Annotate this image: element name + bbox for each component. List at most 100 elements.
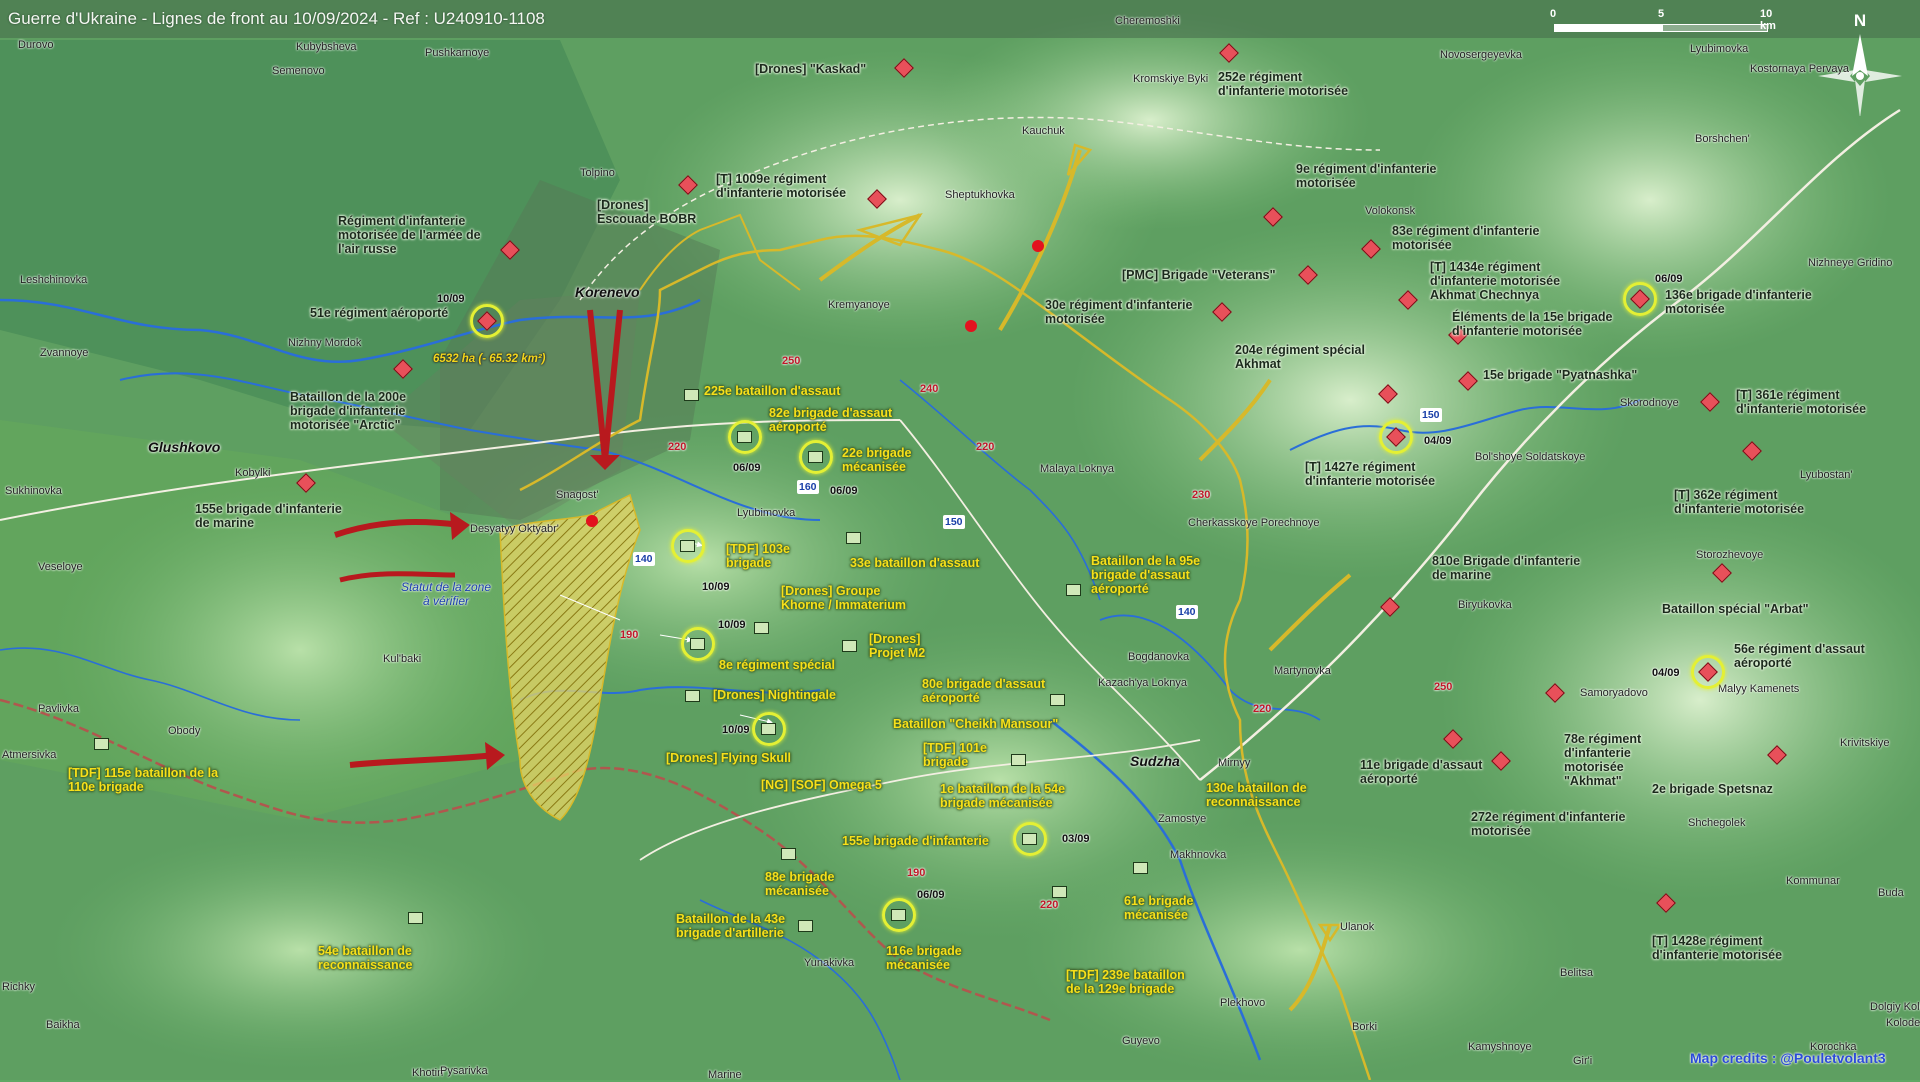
town-label: Kolodezi [1886, 1017, 1920, 1029]
update-date-label: 10/09 [718, 619, 746, 631]
town-label: Snagost' [556, 489, 599, 501]
update-date-label: 04/09 [1652, 667, 1680, 679]
russian-unit-label[interactable]: 155e brigade d'infanterie de marine [195, 502, 345, 530]
ukrainian-unit-symbol-icon[interactable] [690, 638, 705, 650]
ukrainian-unit-symbol-icon[interactable] [94, 738, 109, 750]
ukrainian-unit-label[interactable]: 80e brigade d'assaut aéroporté [922, 677, 1052, 705]
town-label: Bogdanovka [1128, 651, 1190, 663]
ukrainian-unit-symbol-icon[interactable] [754, 622, 769, 634]
ukrainian-unit-symbol-icon[interactable] [408, 912, 423, 924]
ukrainian-unit-label[interactable]: 54e bataillon de reconnaissance [318, 944, 448, 972]
terrain-map[interactable] [0, 0, 1920, 1080]
ukrainian-unit-label[interactable]: [TDF] 103e brigade [726, 542, 816, 570]
russian-unit-label[interactable]: 9e régiment d'infanterie motorisée [1296, 162, 1451, 190]
russian-unit-label[interactable]: 2e brigade Spetsnaz [1652, 782, 1773, 796]
russian-unit-label[interactable]: 51e régiment aéroporté [310, 306, 448, 320]
ukrainian-unit-symbol-icon[interactable] [1052, 886, 1067, 898]
russian-unit-label[interactable]: Éléments de la 15e brigade d'infanterie … [1452, 310, 1632, 338]
russian-unit-label[interactable]: 11e brigade d'assaut aéroporté [1360, 758, 1500, 786]
russian-unit-label[interactable]: 30e régiment d'infanterie motorisée [1045, 298, 1210, 326]
ukrainian-unit-label[interactable]: [TDF] 115e bataillon de la 110e brigade [68, 766, 248, 794]
ukrainian-unit-symbol-icon[interactable] [1066, 584, 1081, 596]
ukrainian-unit-label[interactable]: 82e brigade d'assaut aéroporté [769, 406, 899, 434]
ukrainian-unit-symbol-icon[interactable] [761, 723, 776, 735]
town-label: Guyevo [1122, 1035, 1160, 1047]
russian-unit-label[interactable]: 810e Brigade d'infanterie de marine [1432, 554, 1592, 582]
ukrainian-unit-label[interactable]: 61e brigade mécanisée [1124, 894, 1224, 922]
russian-unit-label[interactable]: 252e régiment d'infanterie motorisée [1218, 70, 1368, 98]
ukrainian-unit-label[interactable]: [Drones] Nightingale [713, 688, 836, 702]
town-label: Makhnovka [1170, 849, 1227, 861]
ukrainian-unit-symbol-icon[interactable] [737, 431, 752, 443]
city-glushkovo[interactable]: Glushkovo [148, 440, 220, 454]
ukrainian-unit-label[interactable]: [TDF] 239e bataillon de la 129e brigade [1066, 968, 1186, 996]
ukrainian-unit-symbol-icon[interactable] [891, 909, 906, 921]
ukrainian-unit-label[interactable]: Bataillon de la 43e brigade d'artillerie [676, 912, 796, 940]
ukrainian-unit-label[interactable]: 130e bataillon de reconnaissance [1206, 781, 1336, 809]
ukrainian-unit-symbol-icon[interactable] [798, 920, 813, 932]
ukrainian-unit-symbol-icon[interactable] [808, 451, 823, 463]
ukrainian-unit-label[interactable]: [Drones] Projet M2 [869, 632, 949, 660]
town-label: Mirnyy [1218, 757, 1251, 769]
ukrainian-unit-label[interactable]: 225e bataillon d'assaut [704, 384, 840, 398]
ukrainian-unit-label[interactable]: 1e bataillon de la 54e brigade mécanisée [940, 782, 1090, 810]
russian-unit-label[interactable]: [T] 1009e régiment d'infanterie motorisé… [716, 172, 876, 200]
town-label: Baikha [46, 1019, 80, 1031]
russian-unit-label[interactable]: Régiment d'infanterie motorisée de l'arm… [338, 214, 488, 256]
ukrainian-unit-symbol-icon[interactable] [846, 532, 861, 544]
ukrainian-unit-symbol-icon[interactable] [1022, 833, 1037, 845]
russian-unit-label[interactable]: [T] 362e régiment d'infanterie motorisée [1674, 488, 1834, 516]
ukrainian-unit-label[interactable]: [TDF] 101e brigade [923, 741, 1008, 769]
ukrainian-unit-label[interactable]: 116e brigade mécanisée [886, 944, 996, 972]
russian-unit-label[interactable]: Bataillon de la 200e brigade d'infanteri… [290, 390, 440, 432]
russian-unit-label[interactable]: 272e régiment d'infanterie motorisée [1471, 810, 1631, 838]
ukrainian-unit-label[interactable]: [Drones] Flying Skull [666, 751, 791, 765]
ukrainian-unit-label[interactable]: [Drones] Groupe Khorne / Immaterium [781, 584, 921, 612]
ukrainian-unit-symbol-icon[interactable] [1011, 754, 1026, 766]
red-position-marker-icon[interactable] [1032, 240, 1044, 252]
russian-unit-label[interactable]: [T] 1427e régiment d'infanterie motorisé… [1305, 460, 1465, 488]
city-korenevo[interactable]: Korenevo [575, 285, 640, 299]
russian-unit-label[interactable]: 78e régiment d'infanterie motorisée "Akh… [1564, 732, 1684, 788]
russian-unit-label[interactable]: [T] 361e régiment d'infanterie motorisée [1736, 388, 1901, 416]
update-date-label: 06/09 [917, 889, 945, 901]
ukrainian-unit-symbol-icon[interactable] [680, 540, 695, 552]
ukrainian-unit-label[interactable]: 22e brigade mécanisée [842, 446, 932, 474]
road-number-badge: 160 [797, 480, 819, 494]
town-label: Kubybsheva [296, 41, 357, 53]
ukrainian-unit-symbol-icon[interactable] [842, 640, 857, 652]
russian-unit-label[interactable]: [T] 1434e régiment d'infanterie motorisé… [1430, 260, 1590, 302]
ukrainian-unit-label[interactable]: [NG] [SOF] Omega 5 [761, 778, 882, 792]
russian-unit-label[interactable]: [PMC] Brigade "Veterans" [1122, 268, 1276, 282]
town-label: Shchegolek [1688, 817, 1746, 829]
ukrainian-unit-symbol-icon[interactable] [1133, 862, 1148, 874]
ukrainian-unit-label[interactable]: 8e régiment spécial [719, 658, 835, 672]
town-label: Durovo [18, 39, 54, 51]
russian-unit-label[interactable]: Bataillon spécial "Arbat" [1662, 602, 1809, 616]
ukrainian-unit-label[interactable]: 155e brigade d'infanterie [842, 834, 989, 848]
elevation-label: 220 [976, 441, 995, 453]
scale-tick-5: 5 [1658, 8, 1665, 20]
ukrainian-unit-symbol-icon[interactable] [781, 848, 796, 860]
ukrainian-unit-label[interactable]: Bataillon "Cheikh Mansour" [893, 717, 1058, 731]
ukrainian-unit-label[interactable]: 88e brigade mécanisée [765, 870, 855, 898]
russian-unit-label[interactable]: [Drones] Escouade BOBR [597, 198, 707, 226]
ukrainian-unit-symbol-icon[interactable] [685, 690, 700, 702]
ukrainian-unit-symbol-icon[interactable] [1050, 694, 1065, 706]
ukrainian-unit-symbol-icon[interactable] [684, 389, 699, 401]
russian-unit-label[interactable]: 136e brigade d'infanterie motorisée [1665, 288, 1825, 316]
elevation-label: 250 [1434, 681, 1453, 693]
russian-unit-label[interactable]: [Drones] "Kaskad" [755, 62, 866, 76]
red-position-marker-icon[interactable] [965, 320, 977, 332]
russian-unit-label[interactable]: 15e brigade "Pyatnashka" [1483, 368, 1637, 382]
russian-unit-label[interactable]: 204e régiment spécial Akhmat [1235, 343, 1385, 371]
ukrainian-unit-label[interactable]: Bataillon de la 95e brigade d'assaut aér… [1091, 554, 1221, 596]
red-position-marker-icon[interactable] [586, 515, 598, 527]
town-label: Desyatyy Oktyabr' [470, 523, 559, 535]
russian-unit-label[interactable]: [T] 1428e régiment d'infanterie motorisé… [1652, 934, 1817, 962]
town-label: Kromskiye Byki [1133, 73, 1209, 85]
russian-unit-label[interactable]: 83e régiment d'infanterie motorisée [1392, 224, 1557, 252]
city-sudzha[interactable]: Sudzha [1130, 754, 1180, 768]
russian-unit-label[interactable]: 56e régiment d'assaut aéroporté [1734, 642, 1904, 670]
ukrainian-unit-label[interactable]: 33e bataillon d'assaut [850, 556, 979, 570]
